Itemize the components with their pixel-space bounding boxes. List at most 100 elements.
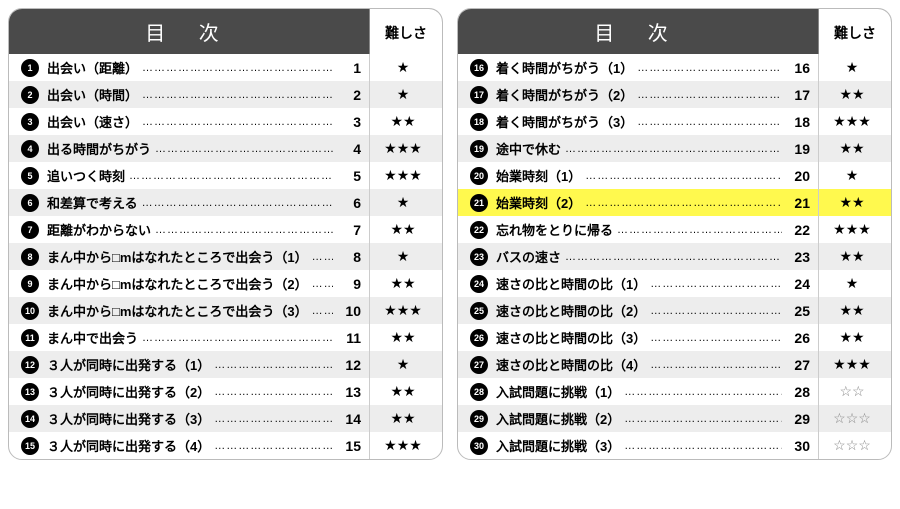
row-title: 着く時間がちがう（2）: [496, 85, 633, 104]
leader-dots: ……………………………………………………………………………………………………………: [138, 62, 333, 74]
row-page: 29: [782, 411, 810, 427]
column-separator: [369, 243, 370, 270]
column-separator: [818, 81, 819, 108]
row-difficulty-stars: ★★: [823, 248, 881, 265]
row-difficulty-stars: ★★★: [823, 356, 881, 373]
row-page: 26: [782, 330, 810, 346]
column-separator: [818, 243, 819, 270]
row-page: 1: [333, 60, 361, 76]
row-page: 20: [782, 168, 810, 184]
column-separator: [818, 270, 819, 297]
row-difficulty-stars: ★: [823, 275, 881, 292]
row-title: 入試問題に挑戦（1）: [496, 382, 620, 401]
row-number-badge: 11: [21, 329, 39, 347]
leader-dots: ……………………………………………………………………………………………………………: [210, 440, 333, 452]
column-separator: [369, 378, 370, 405]
column-separator: [818, 324, 819, 351]
row-title: 速さの比と時間の比（3）: [496, 328, 646, 347]
row-title: 着く時間がちがう（1）: [496, 58, 633, 77]
row-page: 10: [333, 303, 361, 319]
row-number-badge: 3: [21, 113, 39, 131]
row-number-badge: 4: [21, 140, 39, 158]
toc-row: 20始業時刻（1）……………………………………………………………………………………: [458, 162, 891, 189]
leader-dots: ……………………………………………………………………………………………………………: [646, 278, 782, 290]
column-separator: [369, 108, 370, 135]
column-separator: [369, 189, 370, 216]
column-separator: [818, 351, 819, 378]
row-number-badge: 26: [470, 329, 488, 347]
toc-row: 8まん中から□mはなれたところで出会う（1）…………………………………………………: [9, 243, 442, 270]
row-difficulty-stars: ★★★: [374, 302, 432, 319]
row-title: 入試問題に挑戦（3）: [496, 436, 620, 455]
row-difficulty-stars: ★: [374, 248, 432, 265]
toc-row: 10まん中から□mはなれたところで出会う（3）………………………………………………: [9, 297, 442, 324]
row-difficulty-stars: ☆☆☆: [823, 410, 881, 427]
row-title: ３人が同時に出発する（4）: [47, 436, 210, 455]
leader-dots: ……………………………………………………………………………………………………………: [620, 386, 782, 398]
row-title: 速さの比と時間の比（1）: [496, 274, 646, 293]
row-number-badge: 22: [470, 221, 488, 239]
row-page: 14: [333, 411, 361, 427]
row-title: ３人が同時に出発する（2）: [47, 382, 210, 401]
row-page: 27: [782, 357, 810, 373]
row-page: 2: [333, 87, 361, 103]
row-title: 始業時刻（1）: [496, 166, 581, 185]
row-title: まん中から□mはなれたところで出会う（2）: [47, 274, 308, 293]
row-difficulty-stars: ★★: [374, 221, 432, 238]
row-title: バスの速さ: [496, 247, 561, 266]
column-separator: [369, 81, 370, 108]
row-number-badge: 13: [21, 383, 39, 401]
column-separator: [369, 351, 370, 378]
row-title: 距離がわからない: [47, 220, 151, 239]
row-page: 18: [782, 114, 810, 130]
column-separator: [369, 162, 370, 189]
toc-row: 3出会い（速さ）………………………………………………………………………………………: [9, 108, 442, 135]
leader-dots: ……………………………………………………………………………………………………………: [151, 224, 333, 236]
leader-dots: ……………………………………………………………………………………………………………: [138, 332, 333, 344]
leader-dots: ……………………………………………………………………………………………………………: [151, 143, 333, 155]
column-separator: [818, 378, 819, 405]
row-title: 速さの比と時間の比（2）: [496, 301, 646, 320]
leader-dots: ……………………………………………………………………………………………………………: [646, 305, 782, 317]
row-number-badge: 2: [21, 86, 39, 104]
column-separator: [818, 216, 819, 243]
column-separator: [818, 297, 819, 324]
row-difficulty-stars: ★★: [374, 383, 432, 400]
column-separator: [369, 297, 370, 324]
toc-column: 目 次難しさ16着く時間がちがう（1）…………………………………………………………: [457, 8, 892, 460]
row-difficulty-stars: ★★★: [823, 221, 881, 238]
row-difficulty-stars: ★: [823, 167, 881, 184]
row-page: 24: [782, 276, 810, 292]
leader-dots: ……………………………………………………………………………………………………………: [633, 62, 782, 74]
column-separator: [818, 432, 819, 459]
leader-dots: ……………………………………………………………………………………………………………: [561, 143, 782, 155]
row-page: 15: [333, 438, 361, 454]
leader-dots: ……………………………………………………………………………………………………………: [138, 197, 333, 209]
toc-header: 目 次難しさ: [458, 9, 891, 54]
row-page: 23: [782, 249, 810, 265]
row-number-badge: 28: [470, 383, 488, 401]
row-number-badge: 27: [470, 356, 488, 374]
toc-row: 7距離がわからない……………………………………………………………………………………: [9, 216, 442, 243]
row-page: 12: [333, 357, 361, 373]
toc-row: 12３人が同時に出発する（1）……………………………………………………………………: [9, 351, 442, 378]
toc-row: 22忘れ物をとりに帰る………………………………………………………………………………: [458, 216, 891, 243]
leader-dots: ……………………………………………………………………………………………………………: [308, 278, 333, 290]
row-page: 9: [333, 276, 361, 292]
header-difficulty: 難しさ: [370, 9, 442, 54]
leader-dots: ……………………………………………………………………………………………………………: [646, 332, 782, 344]
row-number-badge: 16: [470, 59, 488, 77]
toc-row: 21始業時刻（2）……………………………………………………………………………………: [458, 189, 891, 216]
row-difficulty-stars: ★★: [374, 410, 432, 427]
row-number-badge: 14: [21, 410, 39, 428]
leader-dots: ……………………………………………………………………………………………………………: [308, 251, 333, 263]
header-difficulty: 難しさ: [819, 9, 891, 54]
row-title: 速さの比と時間の比（4）: [496, 355, 646, 374]
toc-row: 28 入試問題に挑戦（1）……………………………………………………………………………: [458, 378, 891, 405]
row-number-badge: 8: [21, 248, 39, 266]
row-number-badge: 17: [470, 86, 488, 104]
toc-row: 11まん中で出会う……………………………………………………………………………………: [9, 324, 442, 351]
leader-dots: ……………………………………………………………………………………………………………: [138, 89, 333, 101]
column-separator: [818, 54, 819, 81]
row-difficulty-stars: ★★★: [374, 167, 432, 184]
